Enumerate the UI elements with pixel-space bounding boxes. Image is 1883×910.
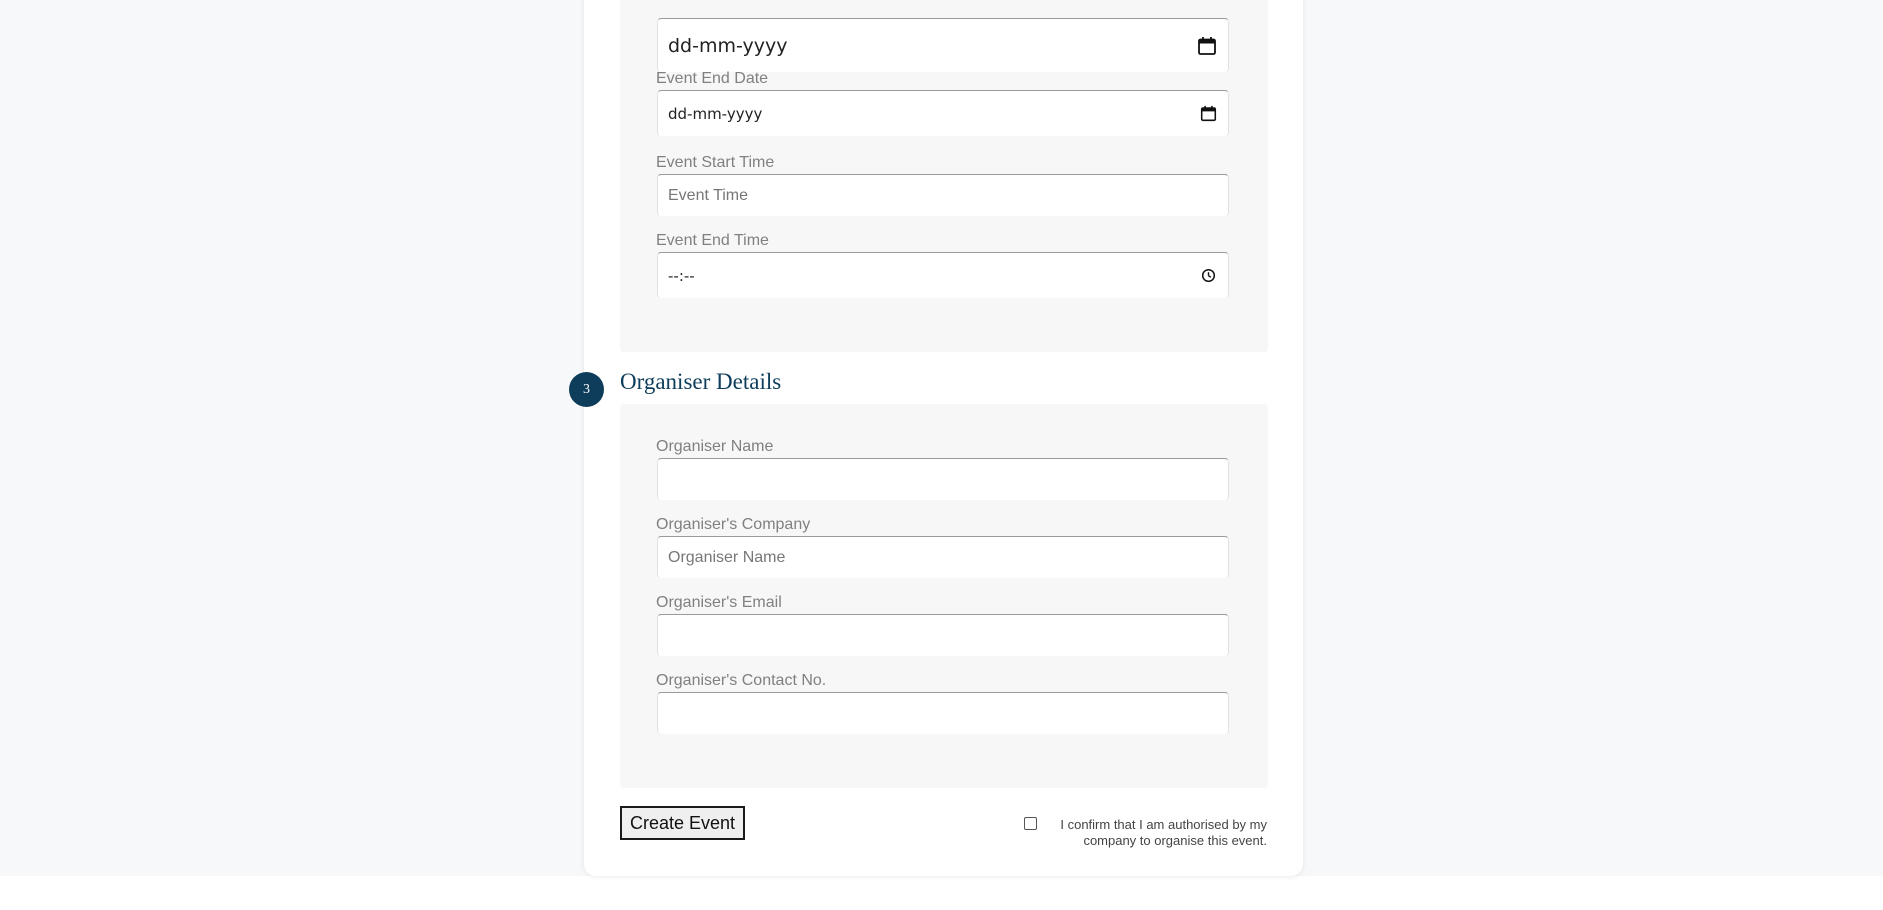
event-end-date-label: Event End Date [656, 70, 769, 87]
event-start-date-value: dd-mm-yyyy [668, 34, 788, 57]
create-event-button[interactable]: Create Event [620, 806, 745, 840]
organiser-contact-label: Organiser's Contact No. [656, 672, 827, 689]
organiser-email-label: Organiser's Email [656, 594, 782, 611]
clock-icon[interactable] [1198, 266, 1218, 286]
event-start-date-input[interactable]: dd-mm-yyyy [657, 18, 1229, 72]
event-end-date-input[interactable]: dd-mm-yyyy [657, 90, 1229, 136]
calendar-icon[interactable] [1198, 104, 1218, 124]
confirm-text-line-1: I confirm that I am authorised by my [1060, 817, 1267, 832]
organiser-company-placeholder: Organiser Name [668, 548, 786, 566]
section-title: Organiser Details [620, 369, 782, 394]
step-number-badge: 3 [569, 372, 604, 407]
event-end-time-input[interactable]: --:-- [657, 252, 1229, 298]
event-start-time-input[interactable]: Event Time [657, 174, 1229, 216]
event-start-time-placeholder: Event Time [668, 186, 749, 204]
organiser-company-input[interactable]: Organiser Name [657, 536, 1229, 578]
organiser-name-label: Organiser Name [656, 438, 774, 455]
event-end-date-value: dd-mm-yyyy [668, 104, 763, 123]
organiser-email-input[interactable] [657, 614, 1229, 656]
event-start-time-label: Event Start Time [656, 154, 775, 171]
calendar-icon[interactable] [1196, 35, 1218, 57]
event-end-time-label: Event End Time [656, 232, 769, 249]
confirm-authorised-label: I confirm that I am authorised by my com… [1022, 817, 1267, 849]
confirm-text-line-2: company to organise this event. [1083, 833, 1267, 848]
organiser-name-input[interactable] [657, 458, 1229, 500]
event-end-time-value: --:-- [668, 266, 695, 285]
organiser-company-label: Organiser's Company [656, 516, 811, 533]
organiser-contact-input[interactable] [657, 692, 1229, 734]
